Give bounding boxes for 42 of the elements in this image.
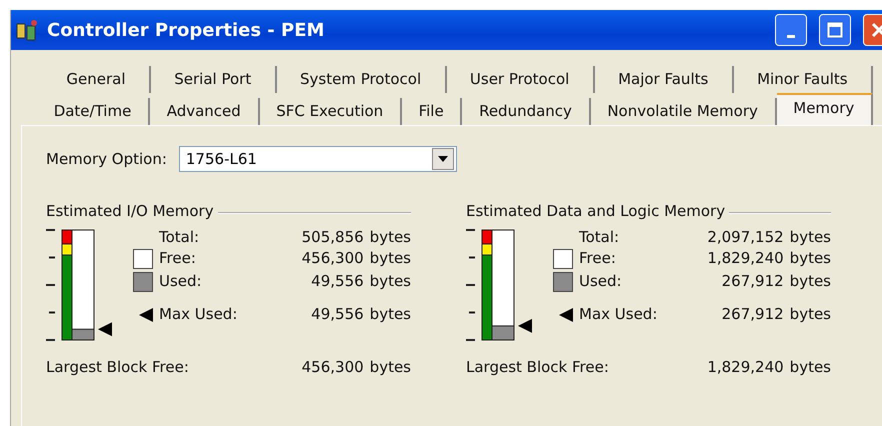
stat-value: 1,829,240 <box>707 358 784 376</box>
stat-value: 49,556 <box>310 305 364 323</box>
stat-unit: bytes <box>790 358 831 376</box>
tab[interactable]: User Protocol <box>446 66 595 93</box>
stat-unit: bytes <box>790 305 831 323</box>
stat-value: 456,300 <box>302 358 364 376</box>
stat-value: 49,556 <box>310 272 364 292</box>
tab[interactable]: Nonvolatile Memory <box>590 98 777 125</box>
stat-unit: bytes <box>370 249 411 269</box>
stat-value: 267,912 <box>720 305 784 323</box>
stat-label: Max Used: <box>159 305 238 323</box>
tab[interactable]: SFC Execution <box>260 98 402 125</box>
tab[interactable]: Minor Faults <box>734 66 874 93</box>
stat-label: Max Used: <box>579 305 658 323</box>
window-title: Controller Properties - PEM <box>47 20 324 40</box>
stat-label: Total: <box>579 228 620 246</box>
stat-unit: bytes <box>370 358 411 376</box>
stat-unit: bytes <box>790 249 831 269</box>
stat-label: Used: <box>159 272 203 292</box>
stat-label: Free: <box>159 249 197 269</box>
tab[interactable]: System Protocol <box>276 66 447 93</box>
stat-value: 505,856 <box>302 228 364 246</box>
stat-unit: bytes <box>370 228 411 246</box>
tab[interactable]: Memory <box>776 93 873 125</box>
stat-unit: bytes <box>790 228 831 246</box>
stat-label: Used: <box>579 272 623 292</box>
stat-unit: bytes <box>790 272 831 292</box>
stat-label: Largest Block Free: <box>46 358 189 376</box>
memory-option-dropdown[interactable]: 1756-L61 <box>178 146 457 172</box>
stat-value: 1,829,240 <box>707 249 784 269</box>
group-title: Estimated Data and Logic Memory <box>466 202 726 220</box>
stat-label: Total: <box>159 228 200 246</box>
stat-unit: bytes <box>370 272 411 292</box>
group-title: Estimated I/O Memory <box>46 202 214 220</box>
stat-label: Free: <box>579 249 617 269</box>
stat-value: 456,300 <box>302 249 364 269</box>
stat-value: 2,097,152 <box>707 228 784 246</box>
field-label: Memory Option: <box>46 150 167 168</box>
stat-label: Largest Block Free: <box>466 358 609 376</box>
stat-unit: bytes <box>370 305 411 323</box>
stat-value: 267,912 <box>720 272 784 292</box>
tab[interactable]: Major Faults <box>594 66 734 93</box>
